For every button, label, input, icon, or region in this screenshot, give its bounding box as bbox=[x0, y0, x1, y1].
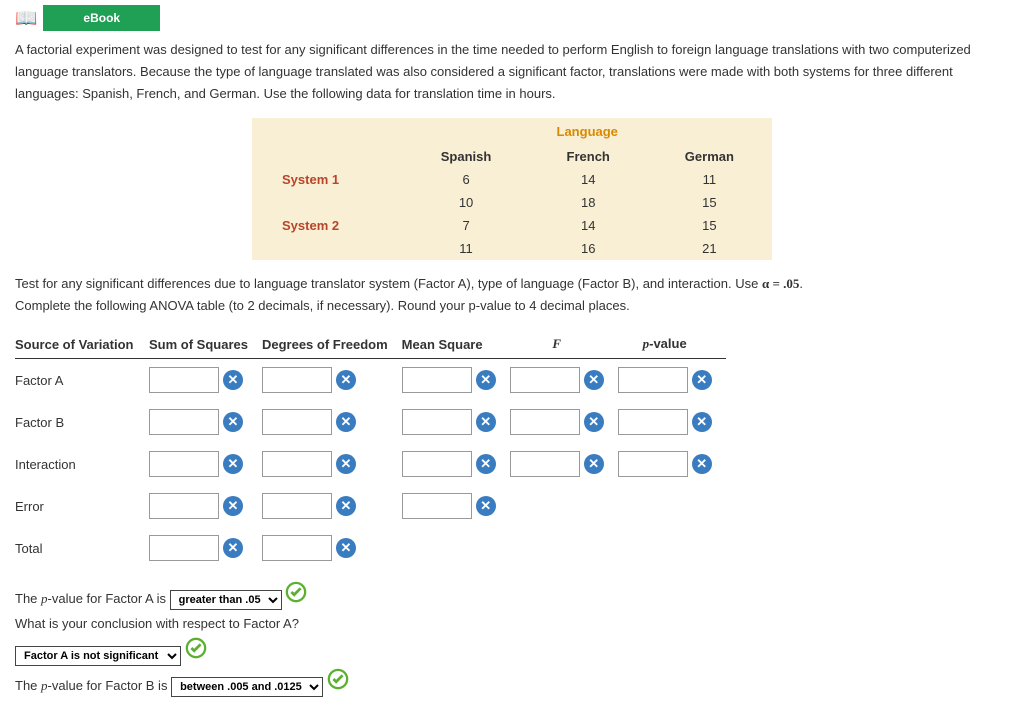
intro-text: A factorial experiment was designed to t… bbox=[0, 34, 1024, 110]
system-label bbox=[252, 237, 402, 260]
anova-input[interactable] bbox=[149, 493, 219, 519]
anova-input[interactable] bbox=[618, 409, 688, 435]
conclusion-a-question: What is your conclusion with respect to … bbox=[15, 616, 299, 631]
system-label: System 1 bbox=[252, 168, 402, 191]
anova-input[interactable] bbox=[618, 451, 688, 477]
anova-input[interactable] bbox=[510, 451, 580, 477]
x-icon: ✕ bbox=[584, 370, 604, 390]
anova-row-label: Interaction bbox=[15, 443, 149, 485]
col-spanish: Spanish bbox=[402, 145, 529, 168]
anova-table: Source of VariationSum of SquaresDegrees… bbox=[15, 330, 726, 569]
system-label: System 2 bbox=[252, 214, 402, 237]
anova-input[interactable] bbox=[262, 493, 332, 519]
check-icon bbox=[285, 581, 307, 603]
anova-row-label: Factor B bbox=[15, 401, 149, 443]
data-cell: 14 bbox=[530, 214, 647, 237]
x-icon: ✕ bbox=[692, 412, 712, 432]
data-cell: 18 bbox=[530, 191, 647, 214]
anova-input[interactable] bbox=[149, 535, 219, 561]
system-label bbox=[252, 191, 402, 214]
data-cell: 15 bbox=[647, 191, 772, 214]
test-instruction-a: Test for any significant differences due… bbox=[15, 276, 762, 291]
x-icon: ✕ bbox=[692, 370, 712, 390]
pvalue-a-post: -value for Factor A is bbox=[48, 591, 167, 606]
x-icon: ✕ bbox=[336, 412, 356, 432]
anova-header: p-value bbox=[618, 330, 726, 359]
col-german: German bbox=[647, 145, 772, 168]
anova-input[interactable] bbox=[262, 367, 332, 393]
x-icon: ✕ bbox=[476, 496, 496, 516]
anova-header: F bbox=[510, 330, 618, 359]
alpha-expr: α = .05 bbox=[762, 276, 799, 291]
data-cell: 7 bbox=[402, 214, 529, 237]
anova-input[interactable] bbox=[149, 409, 219, 435]
pvalue-b-select[interactable]: between .005 and .0125 bbox=[171, 677, 323, 697]
pvalue-b-post: -value for Factor B is bbox=[48, 678, 168, 693]
data-cell: 15 bbox=[647, 214, 772, 237]
anova-header: Source of Variation bbox=[15, 330, 149, 359]
x-icon: ✕ bbox=[692, 454, 712, 474]
x-icon: ✕ bbox=[336, 538, 356, 558]
anova-row-label: Error bbox=[15, 485, 149, 527]
x-icon: ✕ bbox=[223, 496, 243, 516]
anova-input[interactable] bbox=[510, 367, 580, 393]
pvalue-a-pre: The bbox=[15, 591, 41, 606]
anova-input[interactable] bbox=[618, 367, 688, 393]
anova-input[interactable] bbox=[149, 451, 219, 477]
data-cell: 10 bbox=[402, 191, 529, 214]
data-cell: 11 bbox=[402, 237, 529, 260]
pvalue-a-select[interactable]: greater than .05 bbox=[170, 590, 282, 610]
anova-input[interactable] bbox=[402, 451, 472, 477]
x-icon: ✕ bbox=[476, 454, 496, 474]
x-icon: ✕ bbox=[223, 538, 243, 558]
x-icon: ✕ bbox=[476, 370, 496, 390]
anova-input[interactable] bbox=[262, 535, 332, 561]
anova-input[interactable] bbox=[402, 493, 472, 519]
data-cell: 11 bbox=[647, 168, 772, 191]
data-cell: 6 bbox=[402, 168, 529, 191]
language-header: Language bbox=[402, 118, 772, 145]
x-icon: ✕ bbox=[223, 412, 243, 432]
data-cell: 16 bbox=[530, 237, 647, 260]
test-instruction-b: Complete the following ANOVA table (to 2… bbox=[15, 298, 630, 313]
x-icon: ✕ bbox=[336, 496, 356, 516]
anova-row-label: Total bbox=[15, 527, 149, 569]
check-icon bbox=[185, 637, 207, 659]
data-cell: 21 bbox=[647, 237, 772, 260]
x-icon: ✕ bbox=[476, 412, 496, 432]
anova-row-label: Factor A bbox=[15, 359, 149, 402]
anova-input[interactable] bbox=[510, 409, 580, 435]
pvalue-b-pre: The bbox=[15, 678, 41, 693]
data-cell: 14 bbox=[530, 168, 647, 191]
x-icon: ✕ bbox=[336, 370, 356, 390]
x-icon: ✕ bbox=[223, 370, 243, 390]
anova-input[interactable] bbox=[262, 451, 332, 477]
anova-input[interactable] bbox=[402, 409, 472, 435]
book-icon: 📖 bbox=[15, 8, 37, 29]
anova-input[interactable] bbox=[402, 367, 472, 393]
x-icon: ✕ bbox=[223, 454, 243, 474]
x-icon: ✕ bbox=[336, 454, 356, 474]
anova-header: Degrees of Freedom bbox=[262, 330, 402, 359]
conclusion-a-select[interactable]: Factor A is not significant bbox=[15, 646, 181, 666]
col-french: French bbox=[530, 145, 647, 168]
ebook-button[interactable]: eBook bbox=[43, 5, 160, 31]
check-icon bbox=[327, 668, 349, 690]
anova-input[interactable] bbox=[262, 409, 332, 435]
anova-header: Sum of Squares bbox=[149, 330, 262, 359]
anova-header: Mean Square bbox=[402, 330, 510, 359]
data-table: Language Spanish French German System 16… bbox=[252, 118, 772, 260]
anova-input[interactable] bbox=[149, 367, 219, 393]
x-icon: ✕ bbox=[584, 412, 604, 432]
x-icon: ✕ bbox=[584, 454, 604, 474]
